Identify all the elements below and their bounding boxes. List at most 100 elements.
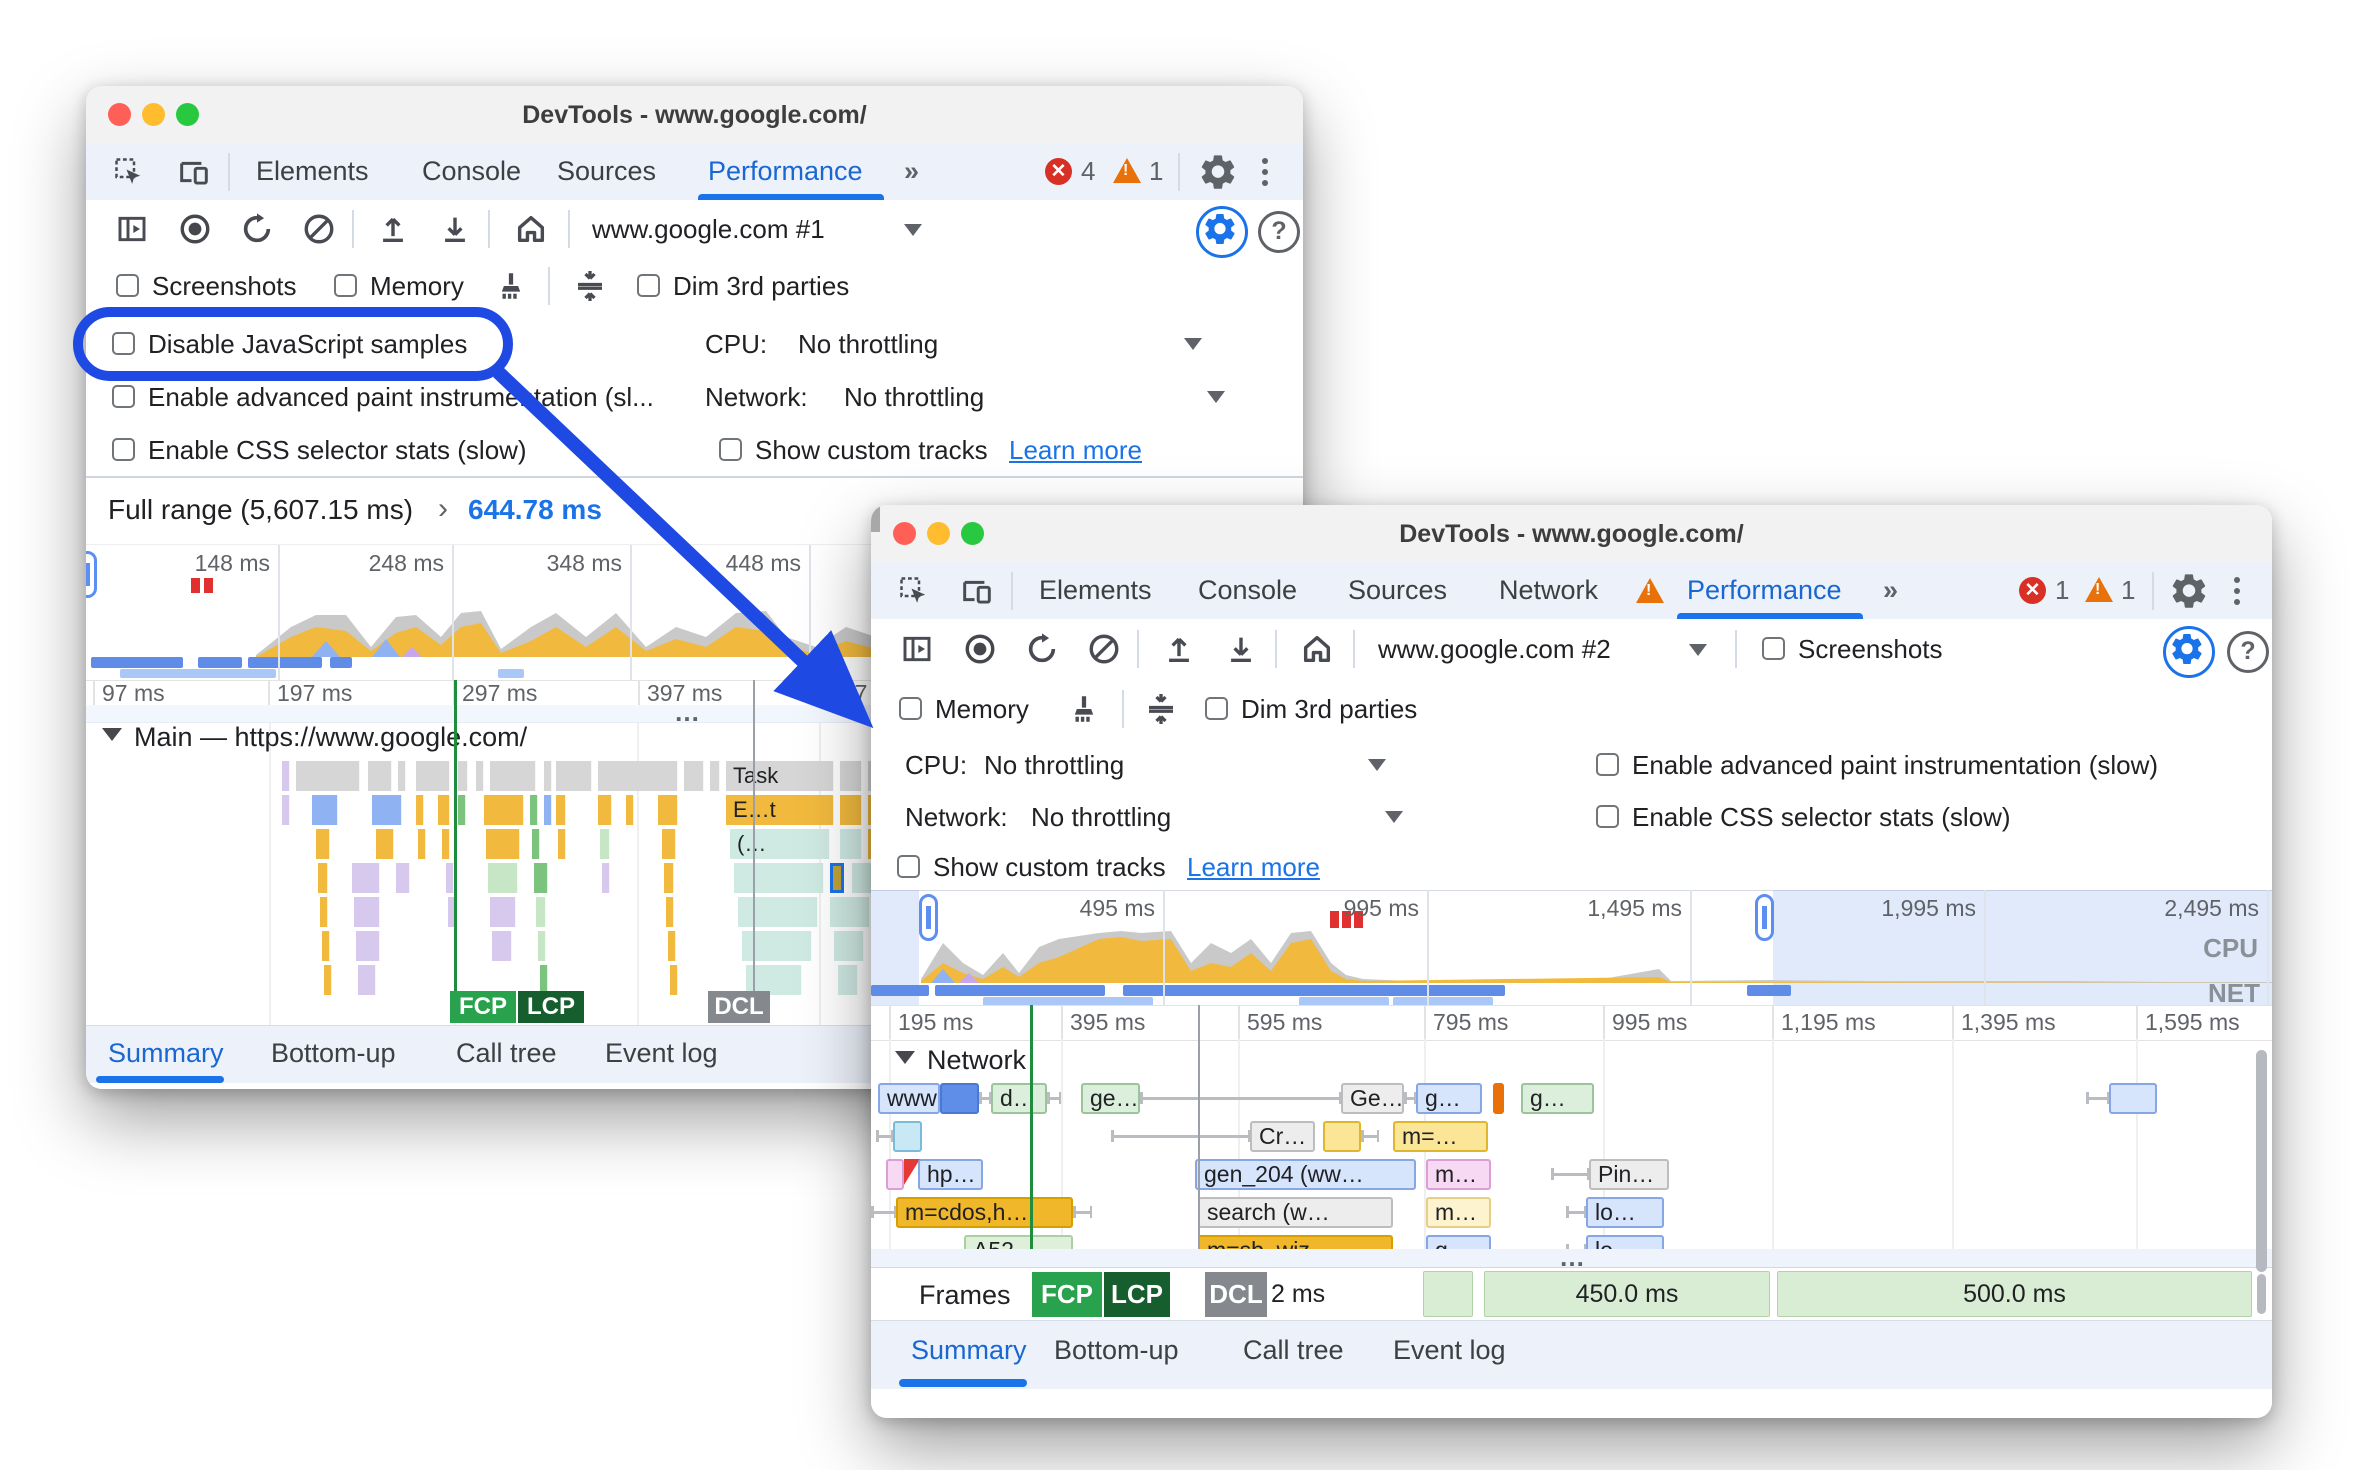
flame-event[interactable] xyxy=(372,795,402,825)
network-request-bar[interactable]: m=… xyxy=(1393,1121,1488,1152)
flame-event[interactable] xyxy=(356,931,380,961)
flame-event[interactable] xyxy=(544,795,552,825)
tab-call-tree[interactable]: Call tree xyxy=(1243,1335,1344,1366)
flame-event[interactable] xyxy=(530,795,538,825)
network-request-bar[interactable] xyxy=(1323,1121,1361,1152)
flame-event[interactable] xyxy=(598,795,612,825)
flame-event[interactable] xyxy=(490,897,516,927)
flame-event[interactable] xyxy=(602,863,610,893)
flame-event[interactable] xyxy=(316,829,330,859)
network-request-bar[interactable]: Pin… xyxy=(1589,1159,1669,1190)
lcp-badge[interactable]: LCP xyxy=(1104,1272,1170,1317)
flame-event[interactable] xyxy=(458,795,466,825)
fcp-badge[interactable]: FCP xyxy=(450,991,516,1023)
tab-summary[interactable]: Summary xyxy=(108,1038,224,1069)
frame-duration-bar[interactable] xyxy=(1423,1271,1473,1317)
flame-event[interactable] xyxy=(738,897,818,927)
flame-event[interactable] xyxy=(416,761,450,791)
flame-event[interactable] xyxy=(670,965,678,995)
flame-event[interactable] xyxy=(324,965,332,995)
network-request-bar[interactable]: m… xyxy=(1426,1159,1491,1190)
flame-event[interactable] xyxy=(322,931,330,961)
flame-event[interactable] xyxy=(442,829,450,859)
flame-event[interactable] xyxy=(598,761,678,791)
track-expand-strip[interactable]: … xyxy=(871,1249,2272,1267)
network-request-bar[interactable]: d… xyxy=(991,1083,1047,1114)
tab-bottom-up[interactable]: Bottom-up xyxy=(1054,1335,1179,1366)
flame-event[interactable] xyxy=(556,761,592,791)
flame-event[interactable] xyxy=(318,863,328,893)
flame-event[interactable] xyxy=(416,795,424,825)
flame-event[interactable] xyxy=(396,863,410,893)
flame-event[interactable] xyxy=(368,761,392,791)
network-request-bar[interactable]: ge… xyxy=(1081,1083,1140,1114)
frame-duration-bar[interactable]: 500.0 ms xyxy=(1777,1271,2252,1317)
network-request-bar[interactable] xyxy=(1493,1083,1504,1114)
flame-event[interactable] xyxy=(282,761,290,791)
network-request-bar[interactable]: g… xyxy=(1521,1083,1594,1114)
flame-event[interactable] xyxy=(536,897,546,927)
network-request-bar[interactable]: m=cdos,h… xyxy=(896,1197,1073,1228)
flame-event[interactable] xyxy=(838,965,858,995)
flame-event[interactable] xyxy=(484,795,524,825)
network-request-bar[interactable]: lo… xyxy=(1586,1235,1664,1249)
flame-event[interactable] xyxy=(446,863,454,893)
network-request-bar[interactable] xyxy=(886,1159,904,1190)
network-request-bar[interactable]: m… xyxy=(1426,1197,1491,1228)
network-request-bar[interactable]: g… xyxy=(1416,1083,1482,1114)
flame-event[interactable] xyxy=(664,863,674,893)
flame-event[interactable] xyxy=(282,795,290,825)
flame-event[interactable] xyxy=(830,897,870,927)
network-request-bar[interactable]: Cr… xyxy=(1250,1121,1315,1152)
flame-event[interactable] xyxy=(668,931,676,961)
flame-event[interactable] xyxy=(488,863,518,893)
flame-event[interactable] xyxy=(840,829,862,859)
frames-track[interactable]: Frames FCP LCP DCL 2 ms L 450.0 ms500.0 … xyxy=(871,1267,2272,1321)
flame-event[interactable] xyxy=(486,829,520,859)
network-request-bar[interactable] xyxy=(893,1121,922,1152)
flame-event[interactable] xyxy=(320,897,328,927)
network-request-bar[interactable] xyxy=(2109,1083,2157,1114)
flame-event[interactable] xyxy=(840,795,862,825)
flame-event[interactable] xyxy=(358,965,376,995)
flame-event[interactable] xyxy=(666,897,674,927)
flame-event[interactable] xyxy=(296,761,360,791)
flame-event[interactable]: (… xyxy=(730,829,830,859)
flame-event[interactable] xyxy=(418,829,426,859)
tab-bottom-up[interactable]: Bottom-up xyxy=(271,1038,396,1069)
flame-event[interactable] xyxy=(376,829,394,859)
flame-event[interactable] xyxy=(710,761,720,791)
network-request-bar[interactable] xyxy=(940,1083,979,1114)
flame-event[interactable] xyxy=(556,795,566,825)
tab-summary[interactable]: Summary xyxy=(911,1335,1027,1366)
dcl-badge[interactable]: DCL xyxy=(708,991,770,1023)
flame-event[interactable] xyxy=(534,863,548,893)
flame-event[interactable] xyxy=(538,931,546,961)
flame-event[interactable] xyxy=(476,761,484,791)
flame-event[interactable] xyxy=(558,829,566,859)
flame-event[interactable] xyxy=(544,761,552,791)
network-requests-chart[interactable]: www…d…ge…Ge…g…g…Cr…m=…hp…gen_204 (ww…m…P… xyxy=(871,505,2258,1249)
network-request-bar[interactable]: search (w… xyxy=(1198,1197,1393,1228)
network-request-bar[interactable]: lo… xyxy=(1586,1197,1664,1228)
network-request-bar[interactable]: gen_204 (ww… xyxy=(1195,1159,1416,1190)
flame-event[interactable] xyxy=(354,897,380,927)
flame-event[interactable] xyxy=(840,761,862,791)
flame-event[interactable] xyxy=(352,863,380,893)
network-request-bar[interactable]: g… xyxy=(1426,1235,1491,1249)
flame-event[interactable] xyxy=(600,829,610,859)
flame-event[interactable] xyxy=(458,761,468,791)
flame-event[interactable] xyxy=(626,795,634,825)
tab-event-log[interactable]: Event log xyxy=(1393,1335,1506,1366)
vertical-scrollbar-thumb[interactable] xyxy=(2256,1050,2267,1272)
tab-event-log[interactable]: Event log xyxy=(605,1038,718,1069)
frames-scrollbar-thumb[interactable] xyxy=(2257,1274,2266,1314)
flame-event[interactable] xyxy=(438,795,450,825)
flame-event[interactable] xyxy=(492,931,512,961)
flame-event[interactable] xyxy=(734,863,824,893)
flame-event[interactable] xyxy=(312,795,338,825)
frame-duration-bar[interactable]: 450.0 ms xyxy=(1484,1271,1770,1317)
flame-event[interactable] xyxy=(684,761,704,791)
lcp-badge[interactable]: LCP xyxy=(518,991,584,1023)
flame-event[interactable] xyxy=(532,829,540,859)
